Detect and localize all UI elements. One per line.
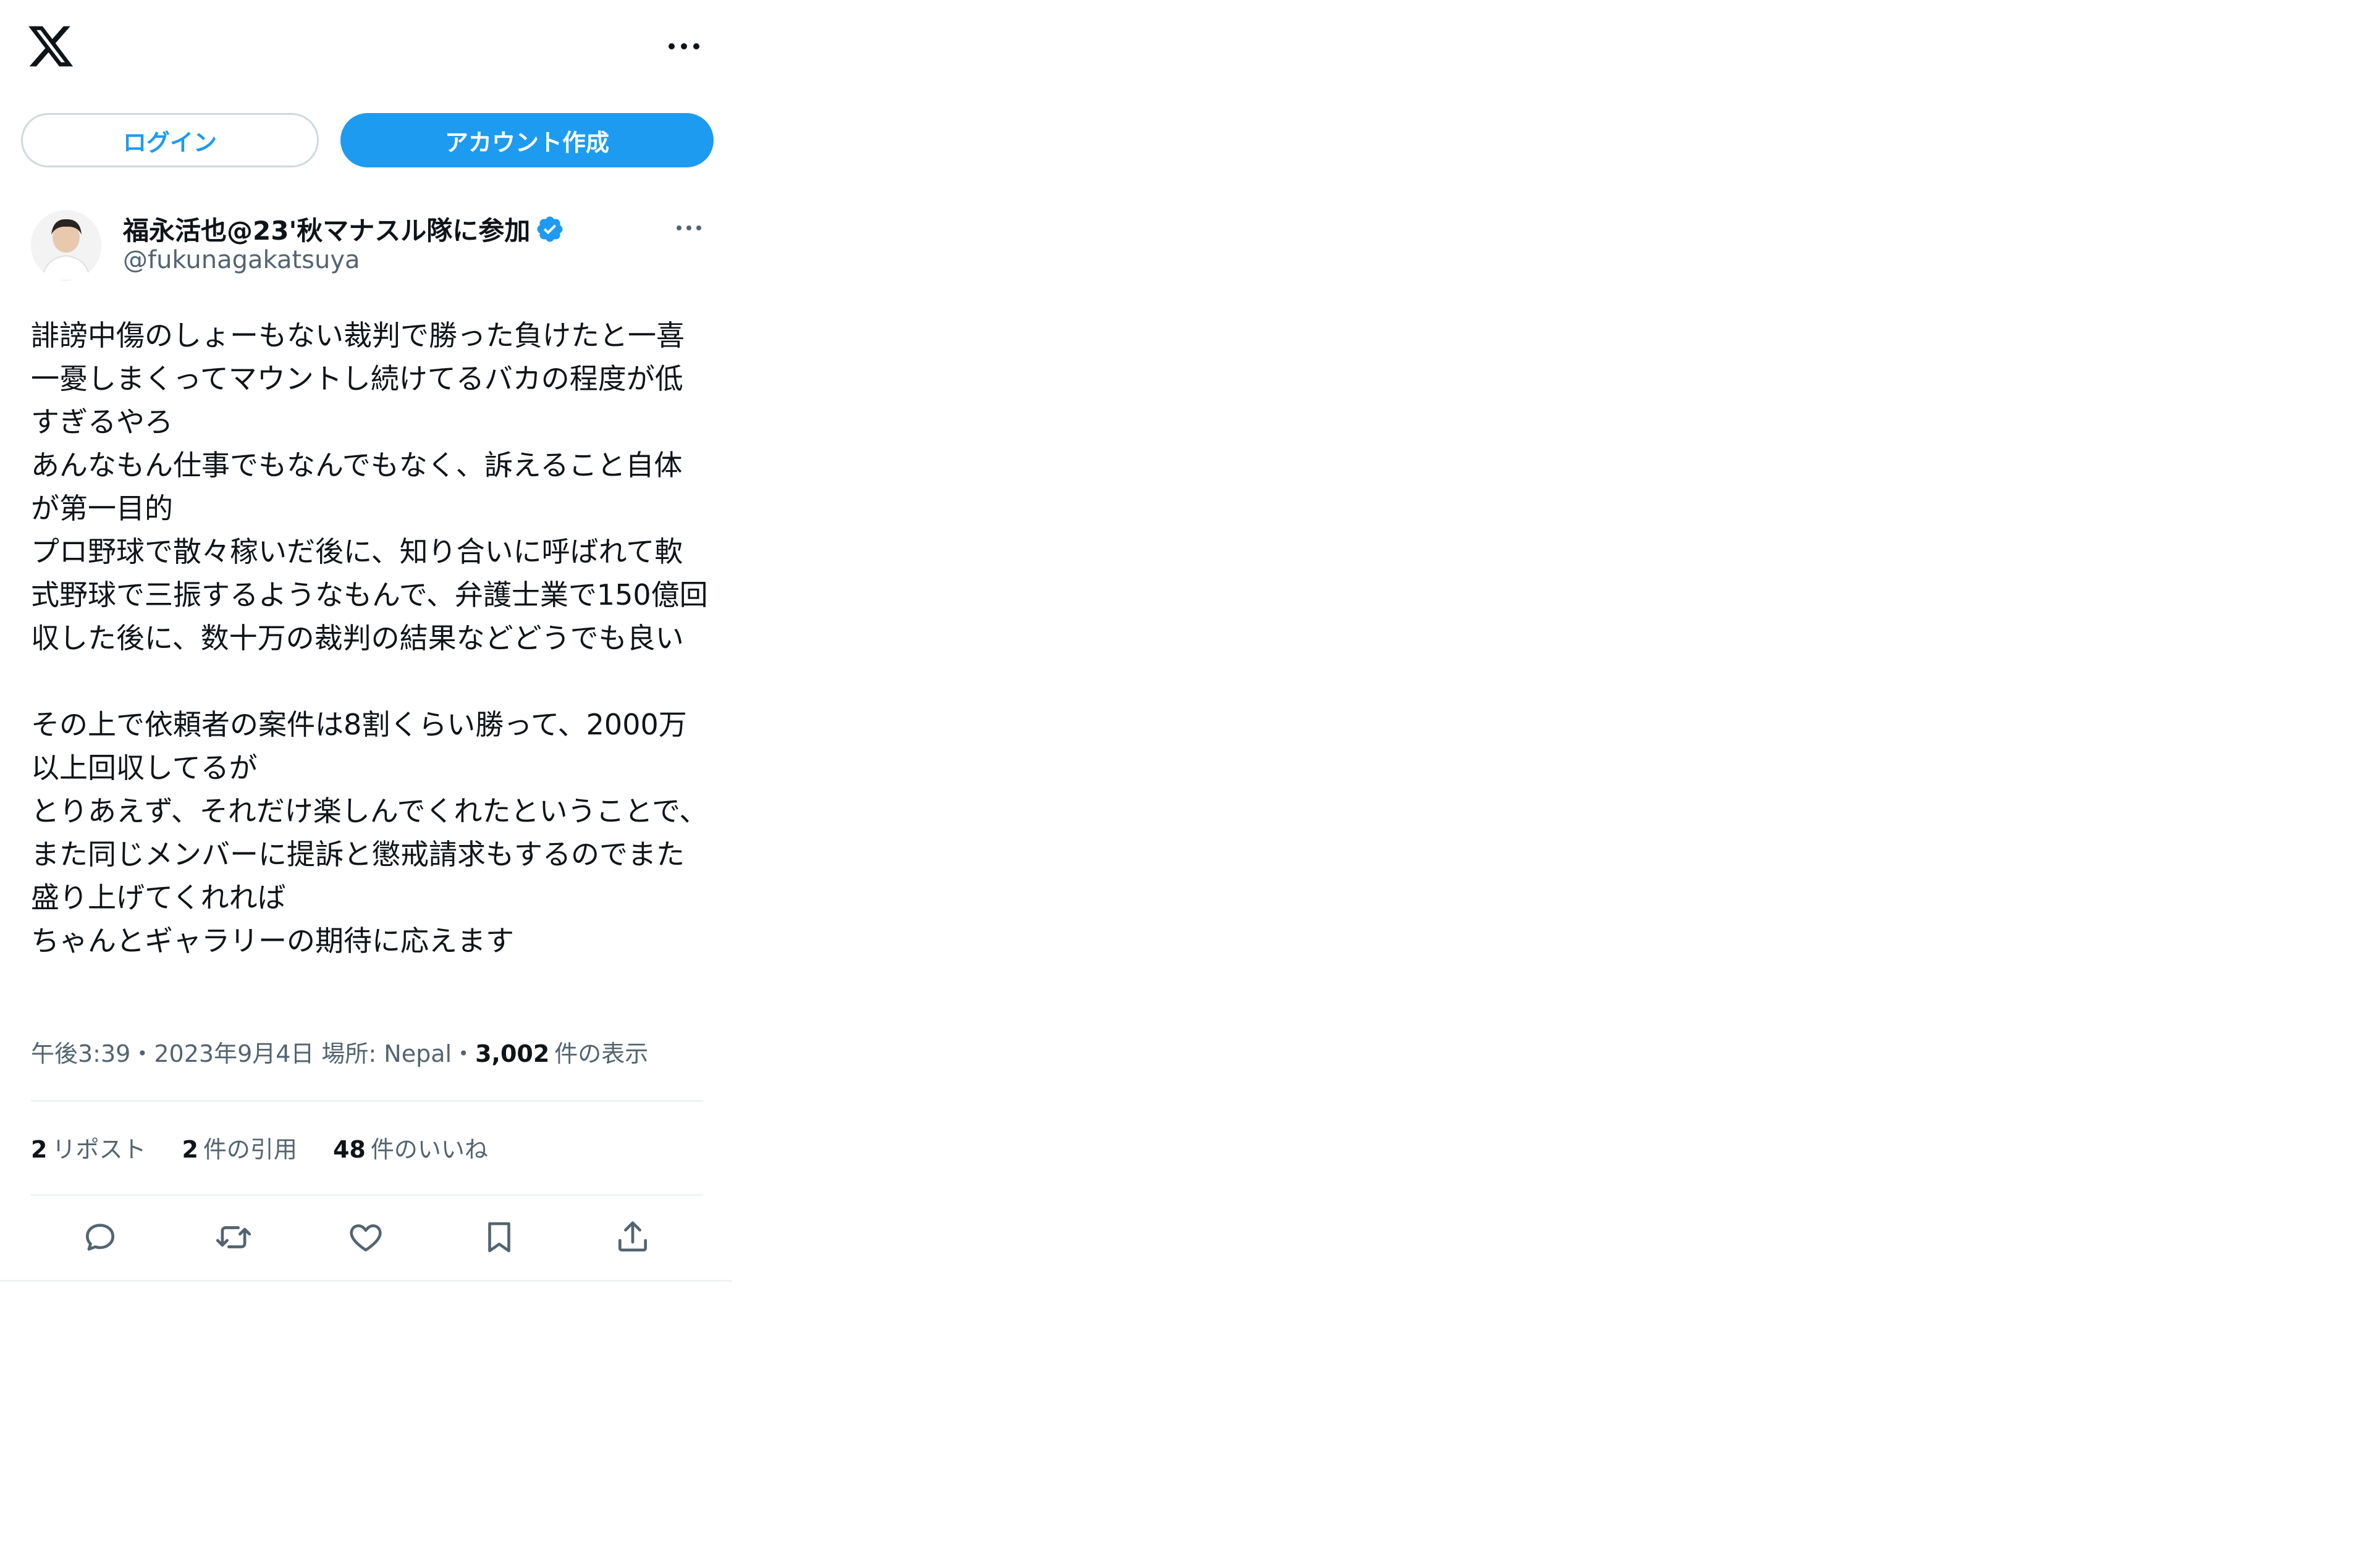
- tweet-author: 福永活也@23'秋マナスル隊に参加 @fukunagakatsuya: [0, 204, 732, 290]
- tweet-location: 場所: Nepal: [321, 1040, 452, 1067]
- reposts-count: 2: [31, 1136, 48, 1163]
- views-count: 3,002: [475, 1040, 550, 1067]
- tweet-time[interactable]: 午後3:39: [31, 1035, 130, 1069]
- likes-stat[interactable]: 48 件のいいね: [333, 1130, 488, 1164]
- bookmark-icon[interactable]: [475, 1213, 524, 1262]
- heart-icon[interactable]: [341, 1213, 390, 1262]
- top-bar: [0, 0, 732, 99]
- meta-separator: ・: [452, 1040, 476, 1067]
- author-handle[interactable]: @fukunagakatsuya: [123, 246, 360, 274]
- signup-button[interactable]: アカウント作成: [340, 113, 714, 167]
- display-name-text: 福永活也@23'秋マナスル隊に参加: [123, 216, 531, 246]
- more-horizontal-icon[interactable]: [656, 26, 712, 67]
- login-button[interactable]: ログイン: [21, 113, 319, 167]
- auth-buttons: ログイン アカウント作成: [0, 111, 732, 170]
- tweet-date[interactable]: 2023年9月4日: [154, 1035, 314, 1069]
- tweet-more-icon[interactable]: [661, 212, 717, 243]
- x-logo-icon[interactable]: [26, 22, 75, 71]
- author-display-name[interactable]: 福永活也@23'秋マナスル隊に参加: [123, 210, 565, 248]
- tweet-panel: ログイン アカウント作成 福永活也@23'秋マナスル隊に参加 @fukunaga…: [0, 0, 732, 1282]
- reply-icon[interactable]: [75, 1213, 125, 1262]
- tweet-meta: 午後3:39 ・ 2023年9月4日 場所: Nepal ・ 3,002 件の表…: [31, 1035, 711, 1069]
- views-label: 件の表示: [554, 1040, 649, 1067]
- tweet-actions: [0, 1208, 732, 1269]
- tweet-text: 誹謗中傷のしょーもない裁判で勝った負けたと一喜一憂しまくってマウントし続けてるバ…: [31, 319, 708, 957]
- quotes-count: 2: [182, 1136, 198, 1163]
- verified-badge-icon: [535, 214, 565, 244]
- quotes-label: 件の引用: [203, 1136, 297, 1163]
- reposts-label: リポスト: [52, 1136, 146, 1163]
- share-icon[interactable]: [608, 1213, 657, 1262]
- retweet-icon[interactable]: [209, 1213, 258, 1262]
- reposts-stat[interactable]: 2 リポスト: [31, 1130, 146, 1164]
- tweet-stats: 2 リポスト 2 件の引用 48 件のいいね: [31, 1130, 524, 1167]
- quotes-stat[interactable]: 2 件の引用: [182, 1130, 297, 1164]
- avatar[interactable]: [31, 210, 101, 280]
- divider: [31, 1194, 703, 1196]
- meta-separator: ・: [130, 1040, 154, 1067]
- likes-label: 件のいいね: [370, 1136, 488, 1163]
- likes-count: 48: [332, 1136, 366, 1163]
- divider: [31, 1100, 703, 1102]
